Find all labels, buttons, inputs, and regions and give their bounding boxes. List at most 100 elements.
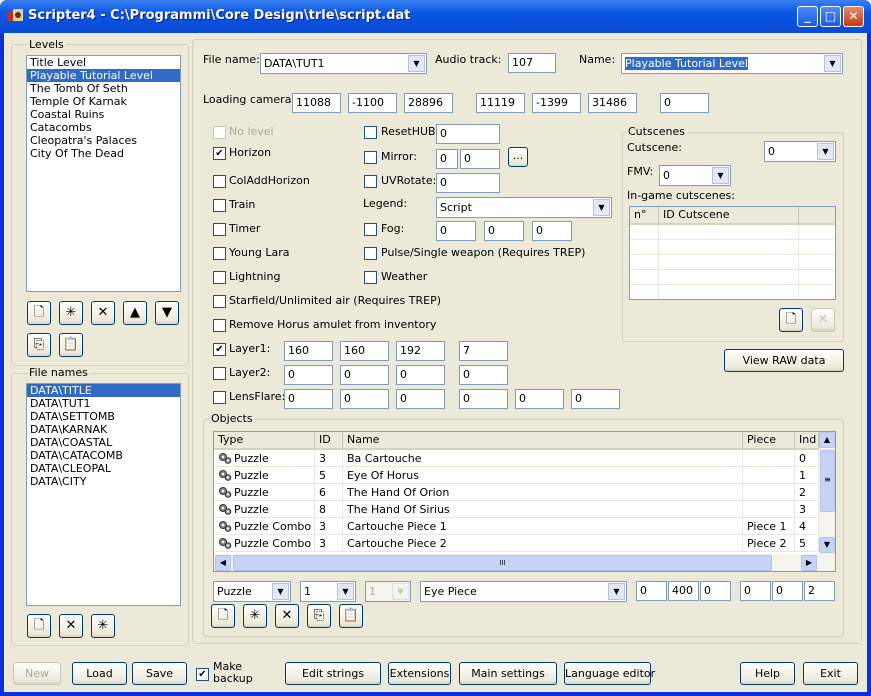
object-value-4[interactable]: 0 [740,581,771,601]
train-checkbox[interactable] [213,199,226,212]
lensflare-checkbox[interactable] [213,391,226,404]
filenames-list[interactable]: DATA\TITLE DATA\TUT1 DATA\SETTOMB DATA\KARN… [26,383,181,606]
fog-input-1[interactable]: 0 [436,221,476,241]
move-up-button[interactable]: ▲ [123,301,147,325]
coladdhorizon-checkbox[interactable] [213,175,226,188]
camera-input-4[interactable]: 11119 [476,93,525,113]
level-list-item[interactable]: Temple Of Karnak [27,95,180,108]
filename-list-item[interactable]: DATA\TITLE [27,384,180,397]
layer1-checkbox[interactable]: ✔ [213,343,226,356]
copy-level-button[interactable]: ⎘ [27,333,51,357]
layer2-input-3[interactable]: 0 [396,365,445,385]
layer1-input-3[interactable]: 192 [396,341,445,361]
layer1-input-1[interactable]: 160 [284,341,333,361]
objects-vscroll[interactable]: ▲ ≡ ▼ [819,432,835,554]
layer1-input-4[interactable]: 7 [459,341,508,361]
no-level-checkbox[interactable] [213,126,226,139]
object-value-1[interactable]: 0 [636,581,667,601]
objects-hscroll[interactable]: ◀ III ▶ [214,554,835,571]
table-row[interactable]: Puzzle Combo 3 Cartouche Piece 1 Piece 1 4 [214,518,819,535]
starfield-checkbox[interactable] [213,295,226,308]
layer2-input-2[interactable]: 0 [340,365,389,385]
scroll-up-button[interactable]: ▲ [819,432,835,448]
young-lara-checkbox[interactable] [213,247,226,260]
table-row[interactable]: Puzzle Combo 3 Cartouche Piece 2 Piece 2 5 [214,535,819,552]
lightning-checkbox[interactable] [213,271,226,284]
delete-level-button[interactable]: ✕ [91,301,115,325]
level-list-item[interactable]: Catacombs [27,121,180,134]
lensflare-input-5[interactable]: 0 [515,389,564,409]
view-raw-data-button[interactable]: View RAW data [724,349,844,372]
pulse-checkbox[interactable] [364,247,377,260]
lensflare-input-6[interactable]: 0 [571,389,620,409]
table-row[interactable]: Puzzle 3 Ba Cartouche 0 [214,450,819,467]
col-name-header[interactable]: Name [343,432,743,450]
paste-object-button[interactable]: 📋 [339,604,363,628]
make-backup-checkbox[interactable]: ✔ [196,668,209,681]
delete-cutscene-button[interactable]: ✕ [811,308,835,332]
table-row[interactable]: Puzzle 8 The Hand Of Sirius 3 [214,501,819,518]
legend-combo[interactable]: Script ▼ [436,197,612,218]
resethub-checkbox[interactable] [364,126,377,139]
audio-track-input[interactable]: 107 [508,53,556,73]
object-id-combo[interactable]: 1 ▼ [300,581,356,602]
col-ind-header[interactable]: Ind [795,432,819,450]
camera-input-1[interactable]: 11088 [292,93,341,113]
col-id-header[interactable]: ID [315,432,343,450]
fog-input-3[interactable]: 0 [532,221,572,241]
duplicate-level-button[interactable]: ✳ [59,301,83,325]
paste-level-button[interactable]: 📋 [59,333,83,357]
load-button[interactable]: Load [72,662,127,685]
object-piece-combo[interactable]: 1 ▼ [365,581,411,602]
camera-input-6[interactable]: 31486 [588,93,637,113]
camera-input-5[interactable]: -1399 [532,93,581,113]
resethub-input[interactable]: 0 [436,124,500,144]
fog-input-2[interactable]: 0 [484,221,524,241]
level-list-item[interactable]: The Tomb Of Seth [27,82,180,95]
lensflare-input-1[interactable]: 0 [284,389,333,409]
object-value-3[interactable]: 0 [700,581,731,601]
new-object-button[interactable]: 🗋 [211,604,235,628]
minimize-button[interactable]: _ [797,6,818,27]
save-button[interactable]: Save [132,662,187,685]
vscroll-thumb[interactable]: ≡ [820,450,835,512]
scroll-down-button[interactable]: ▼ [819,537,835,553]
remove-horus-checkbox[interactable] [213,319,226,332]
table-row[interactable]: Puzzle 6 The Hand Of Orion 2 [214,484,819,501]
weather-checkbox[interactable] [364,271,377,284]
filename-list-item[interactable]: DATA\KARNAK [27,423,180,436]
object-value-2[interactable]: 400 [668,581,699,601]
layer2-input-4[interactable]: 0 [459,365,508,385]
filename-list-item[interactable]: DATA\CLEOPAL [27,462,180,475]
object-type-combo[interactable]: Puzzle ▼ [213,581,291,602]
layer2-input-1[interactable]: 0 [284,365,333,385]
lensflare-input-4[interactable]: 0 [459,389,508,409]
hscroll-thumb[interactable]: III [233,555,772,571]
new-file-button[interactable]: 🗋 [27,614,51,638]
filename-list-item[interactable]: DATA\TUT1 [27,397,180,410]
level-list-item[interactable]: Cleopatra's Palaces [27,134,180,147]
col-id-header[interactable]: ID Cutscene [659,207,799,225]
new-button[interactable]: New [13,662,61,685]
table-row[interactable]: Puzzle 5 Eye Of Horus 1 [214,467,819,484]
lensflare-input-2[interactable]: 0 [340,389,389,409]
mirror-checkbox[interactable] [364,151,377,164]
filename-list-item[interactable]: DATA\COASTAL [27,436,180,449]
extensions-button[interactable]: Extensions [388,662,451,685]
language-editor-button[interactable]: Language editor [564,662,655,685]
lensflare-input-3[interactable]: 0 [396,389,445,409]
duplicate-file-button[interactable]: ✳ [91,614,115,638]
levels-list[interactable]: Title Level Playable Tutorial Level The To… [26,55,181,292]
filename-list-item[interactable]: DATA\CITY [27,475,180,488]
filename-list-item[interactable]: DATA\SETTOMB [27,410,180,423]
camera-input-3[interactable]: 28896 [404,93,453,113]
timer-checkbox[interactable] [213,223,226,236]
uvrotate-checkbox[interactable] [364,175,377,188]
new-level-button[interactable]: 🗋 [27,301,51,325]
layer2-checkbox[interactable] [213,367,226,380]
maximize-button[interactable]: □ [820,6,841,27]
mirror-browse-button[interactable]: ... [508,147,528,167]
fmv-combo[interactable]: 0 ▼ [659,165,731,186]
col-piece-header[interactable]: Piece [743,432,795,450]
object-name-combo[interactable]: Eye Piece ▼ [420,581,627,602]
